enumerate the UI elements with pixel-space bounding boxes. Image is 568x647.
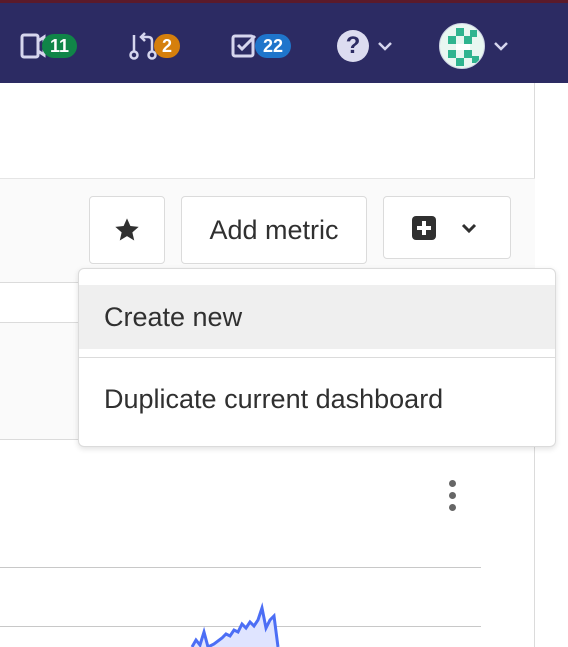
todos-nav-item[interactable]: 22	[231, 28, 292, 64]
chevron-down-icon	[494, 42, 508, 51]
user-menu-toggle[interactable]	[439, 22, 509, 70]
todos-count-badge: 22	[255, 34, 292, 58]
help-icon: ?	[337, 30, 369, 62]
issues-nav-item[interactable]: 11	[20, 28, 78, 64]
star-icon	[115, 218, 139, 241]
merge-requests-count-badge: 2	[154, 34, 181, 58]
duplicate-dashboard-item[interactable]: Duplicate current dashboard	[79, 367, 555, 431]
add-metric-button[interactable]: Add metric	[181, 196, 367, 264]
star-dashboard-button[interactable]	[89, 196, 165, 264]
new-dashboard-dropdown-toggle[interactable]	[383, 196, 511, 259]
create-new-dashboard-item[interactable]: Create new	[79, 285, 555, 349]
user-avatar	[439, 23, 485, 69]
issues-count-badge: 11	[42, 34, 78, 58]
plus-square-icon	[412, 215, 436, 240]
panel-header-background	[0, 322, 80, 440]
new-dashboard-dropdown-menu: Create new Duplicate current dashboard	[78, 268, 556, 447]
dropdown-divider	[79, 357, 555, 358]
chevron-down-icon	[461, 223, 477, 233]
panel-actions-kebab-icon[interactable]	[449, 480, 457, 514]
chevron-down-icon	[378, 42, 392, 51]
merge-requests-nav-item[interactable]: 2	[128, 28, 181, 64]
top-navigation-bar: 11 2 22 ?	[0, 0, 568, 83]
chart-grid-line	[0, 567, 481, 568]
help-menu-toggle[interactable]: ?	[337, 28, 393, 64]
chart-series-line	[190, 602, 280, 647]
toolbar-bottom-line	[0, 282, 80, 283]
